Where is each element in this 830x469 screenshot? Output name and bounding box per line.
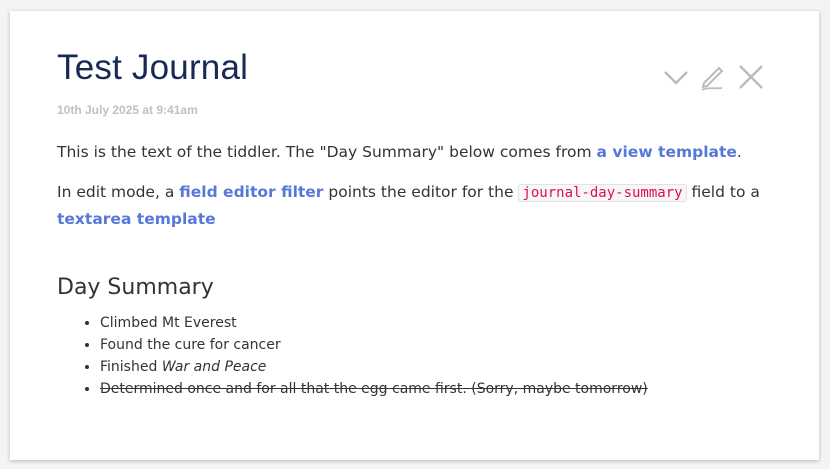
tiddler-title: Test Journal (57, 48, 249, 87)
day-summary-list: Climbed Mt Everest Found the cure for ca… (57, 312, 648, 400)
list-item: Found the cure for cancer (100, 334, 648, 356)
paragraph-text: In edit mode, a (57, 183, 180, 201)
tiddler-body: This is the text of the tiddler. The "Da… (57, 139, 777, 246)
chevron-down-icon[interactable] (663, 67, 689, 87)
list-item-text: Finished (100, 359, 162, 375)
field-name-code: journal-day-summary (518, 184, 687, 202)
pencil-icon[interactable] (700, 63, 726, 91)
list-item-struck: Determined once and for all that the egg… (100, 378, 648, 400)
textarea-template-link[interactable]: textarea template (57, 210, 216, 228)
tiddler-subtitle: 10th July 2025 at 9:41am (57, 103, 198, 117)
book-title: War and Peace (161, 359, 267, 375)
paragraph-text: field to a (686, 183, 760, 201)
tiddler-controls (663, 63, 765, 91)
field-editor-filter-link[interactable]: field editor filter (179, 183, 323, 201)
paragraph-text: This is the text of the tiddler. The "Da… (57, 143, 597, 161)
list-item: Climbed Mt Everest (100, 312, 648, 334)
close-icon[interactable] (737, 63, 765, 91)
body-paragraph-1: This is the text of the tiddler. The "Da… (57, 139, 777, 165)
paragraph-text: . (736, 143, 742, 161)
tiddler-frame: Test Journal 10th July 2025 at 9:41am Th… (10, 11, 819, 460)
day-summary-heading: Day Summary (57, 275, 214, 300)
body-paragraph-2: In edit mode, a field editor filter poin… (57, 179, 777, 232)
list-item: Finished War and Peace (100, 356, 648, 378)
view-template-link[interactable]: a view template (597, 143, 737, 161)
paragraph-text: points the editor for the (323, 183, 519, 201)
